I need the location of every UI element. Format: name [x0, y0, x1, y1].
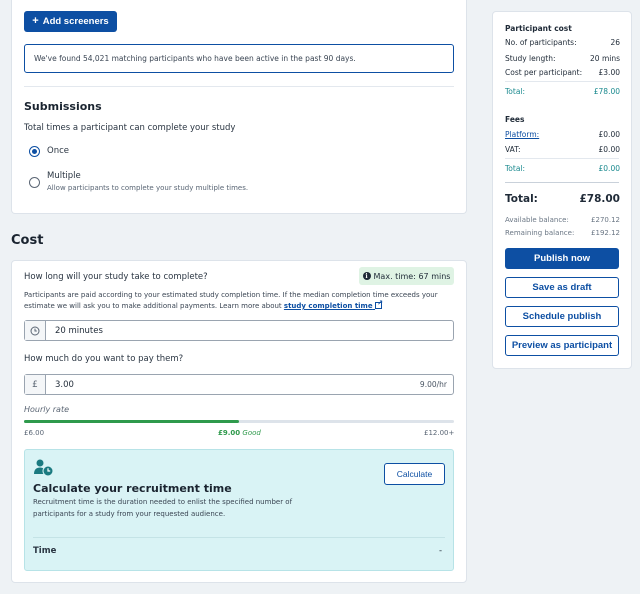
hourly-rate-bar: [24, 420, 454, 423]
recruitment-time-value: -: [439, 546, 443, 556]
schedule-publish-button[interactable]: Schedule publish: [505, 306, 619, 327]
cost-section-title: Cost: [11, 233, 44, 248]
grand-total-value: £78.00: [579, 193, 620, 205]
recruitment-users-icon: [33, 459, 55, 477]
submissions-question: Total times a participant can complete y…: [24, 123, 236, 133]
participants-count-label: No. of participants:: [505, 38, 577, 47]
duration-input[interactable]: 20 minutes: [24, 320, 454, 341]
rate-current-group: £9.00 Good: [218, 429, 261, 437]
divider: [505, 182, 619, 183]
radio-once-label: Once: [47, 146, 69, 156]
participant-total-value: £78.00: [593, 87, 620, 96]
available-balance-value: £270.12: [591, 216, 620, 224]
radio-multiple-label: Multiple: [47, 171, 81, 181]
completion-info-text: estimate we will ask you to make additio…: [24, 302, 282, 310]
study-length-value: 20 mins: [590, 54, 620, 63]
max-time-badge: i Max. time: 67 mins: [359, 267, 454, 285]
duration-value: 20 minutes: [55, 325, 103, 336]
fees-total-label: Total:: [505, 164, 526, 173]
fees-total-value: £0.00: [598, 164, 620, 173]
participant-cost-title: Participant cost: [505, 24, 572, 33]
recruitment-title: Calculate your recruitment time: [33, 482, 232, 495]
divider: [33, 537, 445, 538]
pay-question: How much do you want to pay them?: [24, 354, 184, 364]
study-completion-time-link-label: study completion time: [283, 302, 373, 310]
radio-once[interactable]: [29, 146, 40, 157]
currency-symbol: £: [25, 375, 46, 394]
rate-quality: Good: [242, 429, 261, 437]
hourly-rate-label: Hourly rate: [24, 405, 70, 414]
fees-title: Fees: [505, 115, 525, 124]
grand-total-label: Total:: [505, 193, 538, 205]
radio-multiple[interactable]: [29, 177, 40, 188]
save-draft-button[interactable]: Save as draft: [505, 277, 619, 298]
matching-participants-notice: We've found 54,021 matching participants…: [24, 44, 454, 73]
vat-label: VAT:: [505, 145, 521, 154]
calculate-button[interactable]: Calculate: [384, 463, 445, 485]
reward-input[interactable]: £ 3.00 9.00/hr: [24, 374, 454, 395]
duration-question: How long will your study take to complet…: [24, 272, 208, 282]
study-length-label: Study length:: [505, 54, 556, 63]
publish-now-button[interactable]: Publish now: [505, 248, 619, 269]
remaining-balance-value: £192.12: [591, 229, 620, 237]
participant-total-label: Total:: [505, 87, 526, 96]
divider: [505, 158, 619, 159]
max-time-text: Max. time: 67 mins: [373, 271, 451, 281]
preview-participant-button[interactable]: Preview as participant: [505, 335, 619, 356]
participants-count-value: 26: [610, 38, 620, 47]
completion-info-line2: estimate we will ask you to make additio…: [24, 300, 383, 311]
remaining-balance-label: Remaining balance:: [505, 229, 575, 237]
available-balance-label: Available balance:: [505, 216, 569, 224]
cost-per-participant-value: £3.00: [598, 68, 620, 77]
rate-min: £6.00: [24, 429, 45, 437]
platform-fee-value: £0.00: [598, 130, 620, 139]
add-screeners-label: Add screeners: [42, 16, 109, 27]
platform-fee-link[interactable]: Platform:: [505, 130, 539, 139]
divider: [24, 86, 454, 87]
add-screeners-button[interactable]: + Add screeners: [24, 11, 117, 32]
cost-per-participant-label: Cost per participant:: [505, 68, 583, 77]
matching-participants-text: We've found 54,021 matching participants…: [34, 54, 356, 63]
info-icon: i: [362, 272, 371, 280]
divider: [505, 81, 619, 82]
clock-icon: [25, 321, 46, 340]
reward-hourly-rate: 9.00/hr: [419, 380, 447, 389]
radio-multiple-description: Allow participants to complete your stud…: [47, 184, 249, 192]
plus-icon: +: [32, 15, 39, 27]
recruitment-description-line1: Recruitment time is the duration needed …: [33, 498, 293, 506]
external-link-icon: ↗: [375, 300, 383, 309]
completion-info-line1: Participants are paid according to your …: [24, 291, 438, 299]
recruitment-description-line2: participants for a study from your reque…: [33, 510, 226, 518]
hourly-rate-bar-fill: [24, 420, 239, 423]
submissions-title: Submissions: [24, 100, 102, 113]
rate-max: £12.00+: [424, 429, 455, 437]
recruitment-time-label: Time: [33, 546, 57, 556]
study-completion-time-link[interactable]: study completion time ↗: [283, 300, 383, 311]
vat-value: £0.00: [598, 145, 620, 154]
reward-value: 3.00: [55, 379, 74, 390]
rate-current: £9.00: [218, 429, 241, 437]
